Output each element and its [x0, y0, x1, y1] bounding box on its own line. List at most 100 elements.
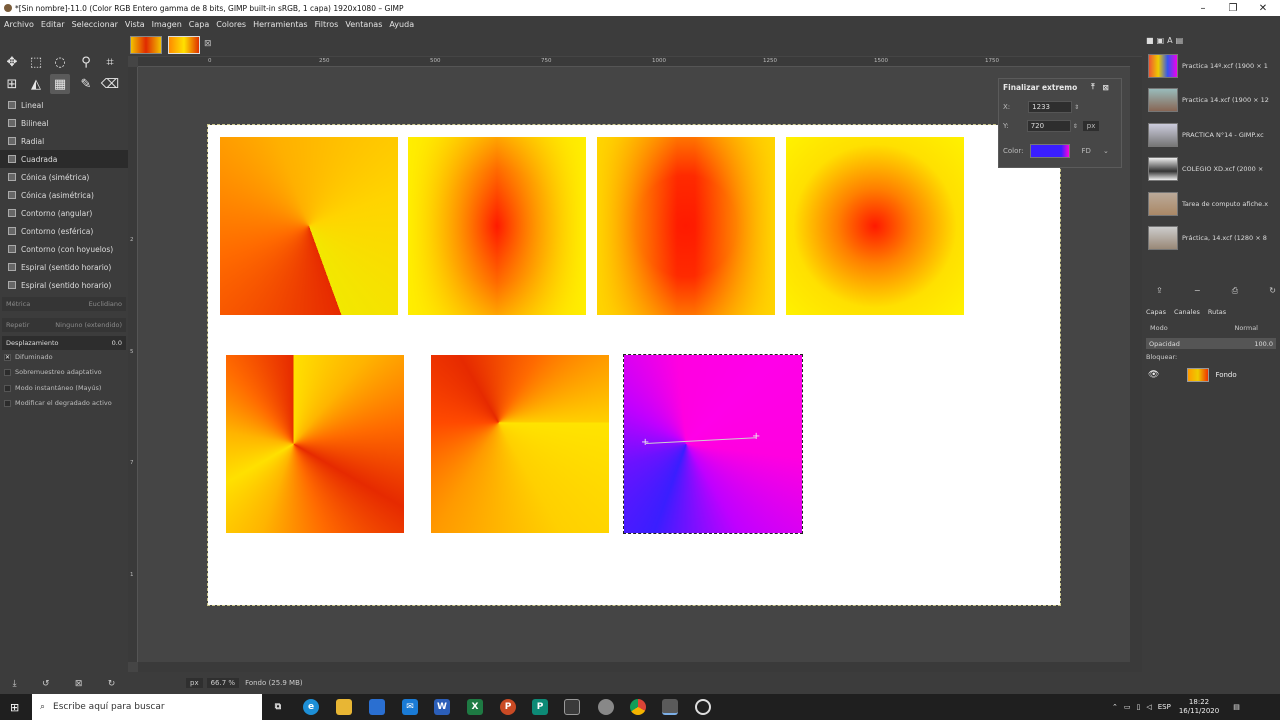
- move-tool-icon[interactable]: ✥: [2, 52, 22, 72]
- dithering-checkbox[interactable]: ✕ Difuminado: [4, 353, 53, 361]
- crop-tool-icon[interactable]: ⌗: [100, 52, 120, 72]
- file-explorer-icon[interactable]: [336, 699, 352, 715]
- task-view-icon[interactable]: ⧉: [270, 699, 286, 715]
- metric-select[interactable]: Métrica Euclidiano: [2, 297, 126, 311]
- gradient-end-handle[interactable]: +: [752, 432, 760, 442]
- menu-archivo[interactable]: Archivo: [4, 20, 34, 29]
- layer-row-fondo[interactable]: 👁 Fondo: [1148, 365, 1274, 385]
- menu-ventanas[interactable]: Ventanas: [345, 20, 382, 29]
- menu-herramientas[interactable]: Herramientas: [253, 20, 308, 29]
- image-tab-1[interactable]: [130, 36, 162, 54]
- lasso-tool-icon[interactable]: ◌: [50, 52, 70, 72]
- dialog-close-icon[interactable]: ⊠: [1103, 83, 1109, 92]
- images-tab-icon[interactable]: ▤: [1176, 36, 1184, 45]
- instant-checkbox[interactable]: Modo instantáneo (Mayús): [4, 384, 101, 392]
- image-list-item[interactable]: Práctica, 14.xcf (1280 × 8: [1148, 222, 1276, 254]
- minimize-button[interactable]: –: [1188, 0, 1218, 16]
- image-list-item[interactable]: PRACTICA N°14 - GIMP.xc: [1148, 119, 1276, 151]
- fonts-tab-icon[interactable]: A: [1167, 36, 1172, 45]
- menu-editar[interactable]: Editar: [41, 20, 65, 29]
- image-list-item[interactable]: Practica 14º.xcf (1900 × 1: [1148, 50, 1276, 82]
- x-spin-icon[interactable]: ⇕: [1074, 104, 1079, 111]
- shape-espiral-antihorario[interactable]: Espiral (sentido horario): [0, 276, 128, 294]
- shape-contorno-hoyuelos[interactable]: Contorno (con hoyuelos): [0, 240, 128, 258]
- store-icon[interactable]: [369, 699, 385, 715]
- shape-conica-asimetrica[interactable]: Cónica (asimétrica): [0, 186, 128, 204]
- obs-icon[interactable]: [695, 699, 711, 715]
- powerpoint-icon[interactable]: P: [500, 699, 516, 715]
- menu-ayuda[interactable]: Ayuda: [389, 20, 414, 29]
- adaptive-checkbox[interactable]: Sobremuestreo adaptativo: [4, 368, 102, 376]
- x-input[interactable]: 1233: [1028, 101, 1073, 113]
- transform-tool-icon[interactable]: ⊞: [2, 74, 22, 94]
- reset-options-icon[interactable]: ↻: [108, 679, 116, 689]
- pin-icon[interactable]: ⤒: [1091, 82, 1094, 92]
- menu-vista[interactable]: Vista: [125, 20, 145, 29]
- image-list-item[interactable]: COLEGIO XD.xcf (2000 ×: [1148, 153, 1276, 185]
- vertical-scrollbar[interactable]: [1130, 57, 1142, 662]
- modify-gradient-checkbox[interactable]: Modificar el degradado activo: [4, 399, 112, 407]
- offset-slider[interactable]: Desplazamiento 0.0: [2, 336, 126, 350]
- shape-radial[interactable]: Radial: [0, 132, 128, 150]
- fuzzy-select-tool-icon[interactable]: ⚲: [76, 52, 96, 72]
- shape-lineal[interactable]: Lineal: [0, 96, 128, 114]
- gradient-line-handle[interactable]: [645, 437, 756, 444]
- battery-icon[interactable]: ▯: [1137, 703, 1141, 711]
- tab-canales[interactable]: Canales: [1174, 308, 1200, 316]
- clock[interactable]: 18:22 16/11/2020: [1179, 698, 1219, 716]
- menu-filtros[interactable]: Filtros: [315, 20, 339, 29]
- gimp-taskbar-icon[interactable]: [662, 699, 678, 715]
- publisher-icon[interactable]: P: [532, 699, 548, 715]
- image-canvas[interactable]: + +: [207, 124, 1061, 606]
- shape-bilineal[interactable]: Bilineal: [0, 114, 128, 132]
- shape-contorno-esferica[interactable]: Contorno (esférica): [0, 222, 128, 240]
- close-button[interactable]: ✕: [1248, 0, 1278, 16]
- unit-select[interactable]: px: [186, 678, 203, 688]
- delete-options-icon[interactable]: ⊠: [75, 679, 83, 689]
- raise-image-icon[interactable]: ⇪: [1156, 286, 1163, 296]
- taskbar-search[interactable]: ⌕ Escribe aquí para buscar: [32, 694, 262, 720]
- mail-icon[interactable]: ✉: [402, 699, 418, 715]
- menu-capa[interactable]: Capa: [189, 20, 209, 29]
- print-icon[interactable]: ⎙: [1232, 286, 1238, 296]
- notification-icon[interactable]: ▤: [1233, 703, 1240, 711]
- volume-icon[interactable]: ◁: [1146, 703, 1151, 711]
- excel-icon[interactable]: X: [467, 699, 483, 715]
- tab-capas[interactable]: Capas: [1146, 308, 1166, 316]
- shape-cuadrada[interactable]: Cuadrada: [0, 150, 128, 168]
- edge-icon[interactable]: e: [303, 699, 319, 715]
- windows-start-icon[interactable]: ⊞: [10, 701, 19, 714]
- menu-seleccionar[interactable]: Seleccionar: [72, 20, 118, 29]
- unit-select[interactable]: px: [1082, 121, 1100, 131]
- horizontal-scrollbar[interactable]: [138, 662, 1142, 672]
- menu-colores[interactable]: Colores: [216, 20, 246, 29]
- close-tab-icon[interactable]: ⊠: [204, 39, 212, 49]
- brushes-tab-icon[interactable]: ■: [1146, 36, 1154, 45]
- image-list-item[interactable]: Practica 14.xcf (1900 × 12: [1148, 84, 1276, 116]
- refresh-icon[interactable]: ↻: [1269, 286, 1276, 296]
- paint-3d-icon[interactable]: [598, 699, 614, 715]
- chevron-down-icon[interactable]: ⌄: [1103, 147, 1109, 155]
- calculator-icon[interactable]: [564, 699, 580, 715]
- maximize-button[interactable]: ❐: [1218, 0, 1248, 16]
- shape-conica-simetrica[interactable]: Cónica (simétrica): [0, 168, 128, 186]
- remove-image-icon[interactable]: −: [1194, 286, 1201, 296]
- shape-contorno-angular[interactable]: Contorno (angular): [0, 204, 128, 222]
- repeat-select[interactable]: Repetir Ninguno (extendido): [2, 318, 126, 332]
- image-tab-2[interactable]: [168, 36, 200, 54]
- save-options-icon[interactable]: ⤓: [13, 679, 17, 689]
- eraser-tool-icon[interactable]: ⌫: [100, 74, 120, 94]
- chrome-icon[interactable]: [630, 699, 646, 715]
- language-indicator[interactable]: ESP: [1158, 703, 1171, 711]
- restore-options-icon[interactable]: ↺: [42, 679, 50, 689]
- rect-select-tool-icon[interactable]: ⬚: [26, 52, 46, 72]
- canvas-area[interactable]: + +: [138, 67, 1130, 662]
- network-icon[interactable]: ▭: [1124, 703, 1131, 711]
- chevron-up-icon[interactable]: ⌃: [1112, 703, 1118, 711]
- zoom-select[interactable]: 66.7 %: [206, 678, 240, 688]
- patterns-tab-icon[interactable]: ▣: [1157, 36, 1165, 45]
- mode-select[interactable]: Normal: [1234, 324, 1258, 332]
- color-mode-select[interactable]: FD: [1082, 147, 1091, 155]
- menu-imagen[interactable]: Imagen: [152, 20, 182, 29]
- y-spin-icon[interactable]: ⇕: [1073, 123, 1078, 130]
